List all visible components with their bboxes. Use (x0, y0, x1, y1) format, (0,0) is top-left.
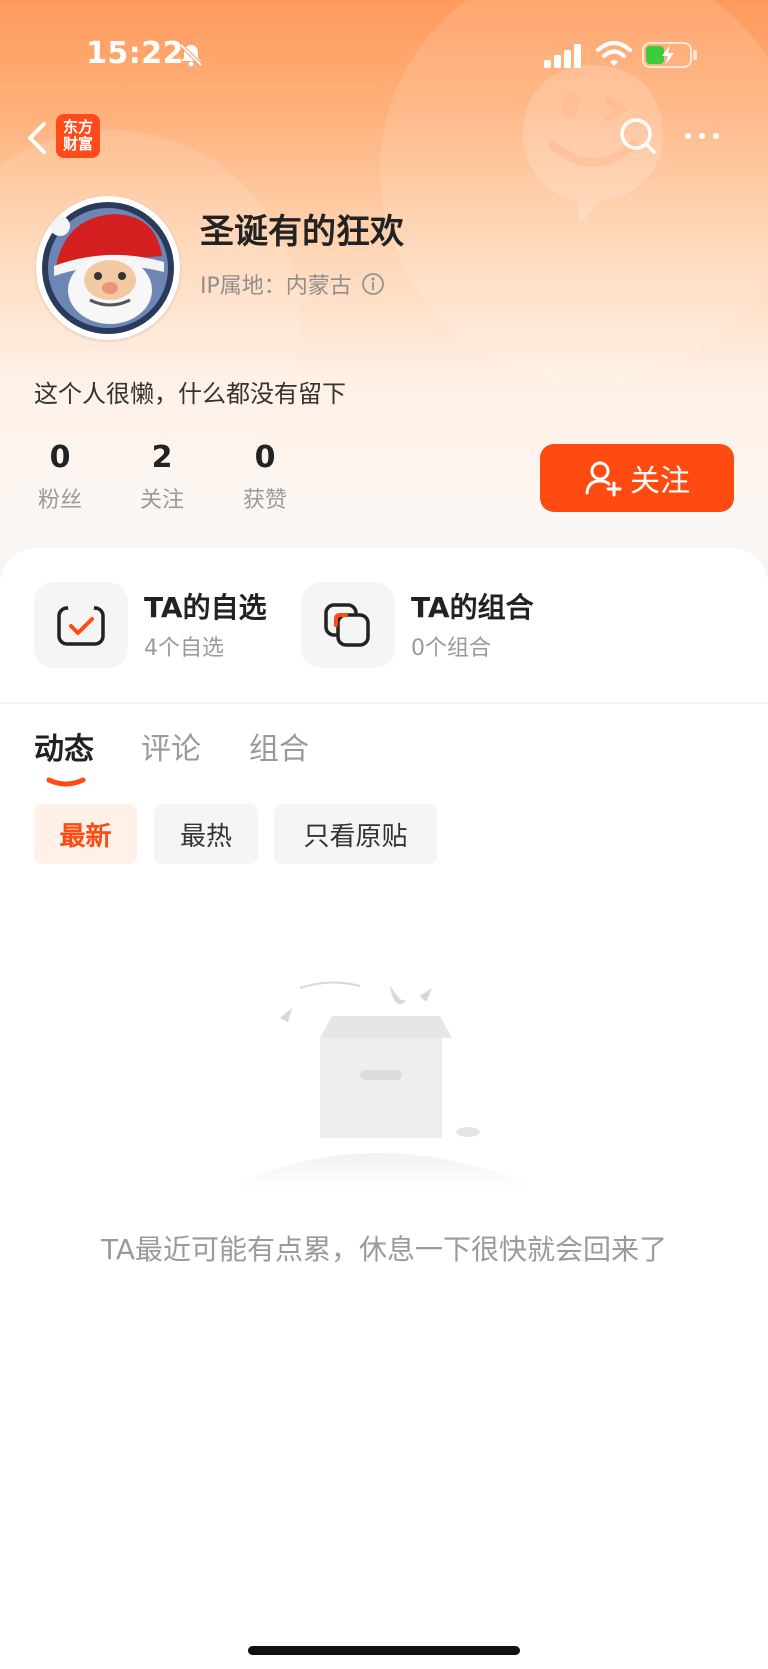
feature-title: TA的组合 (411, 591, 534, 624)
back-arrow-icon[interactable] (24, 118, 50, 158)
info-icon[interactable] (360, 271, 386, 297)
status-bar: 15:22 (0, 0, 768, 110)
checkbox-icon (57, 604, 105, 646)
stat-following[interactable]: 2 关注 (122, 438, 202, 514)
santa-avatar-icon (42, 202, 174, 334)
filter-original-only[interactable]: 只看原贴 (274, 804, 437, 864)
filter-latest[interactable]: 最新 (34, 804, 137, 864)
cell-signal-icon (544, 44, 581, 68)
portfolio-entry[interactable]: TA的组合 0个组合 (301, 582, 541, 668)
add-user-icon (585, 461, 622, 497)
stat-value: 0 (49, 440, 71, 475)
watchlist-entry[interactable]: TA的自选 4个自选 (34, 582, 274, 668)
portfolio-icon-box (301, 582, 395, 668)
status-time: 15:22 (86, 36, 184, 71)
stat-value: 0 (254, 440, 276, 475)
tab-portfolio[interactable]: 组合 (249, 724, 309, 768)
more-options-icon[interactable] (684, 132, 720, 140)
content-card: TA的自选 4个自选 TA的组合 0个组合 动态 评论 组合 最新 最热 只看原… (0, 548, 768, 1669)
feature-title: TA的自选 (144, 591, 267, 624)
mute-bell-icon (179, 43, 203, 67)
watchlist-icon-box (34, 582, 128, 668)
stat-value: 2 (151, 440, 173, 475)
logo-line: 财富 (62, 135, 93, 153)
user-name: 圣诞有的狂欢 (200, 212, 404, 252)
follow-button[interactable]: 关注 (540, 444, 734, 512)
stat-label: 粉丝 (37, 488, 82, 513)
user-bio: 这个人很懒，什么都没有留下 (34, 380, 346, 408)
follow-button-label: 关注 (630, 464, 690, 499)
ip-value: 内蒙古 (285, 274, 352, 299)
filter-hottest[interactable]: 最热 (154, 804, 258, 864)
app-logo: 东方 财富 (56, 114, 100, 158)
stat-followers[interactable]: 0 粉丝 (20, 438, 100, 514)
empty-box-illustration (230, 981, 540, 1188)
feature-subtitle: 0个组合 (411, 636, 491, 661)
feature-subtitle: 4个自选 (144, 636, 224, 661)
logo-line: 东方 (62, 118, 93, 136)
search-icon[interactable] (618, 116, 658, 156)
battery-charging-icon (642, 42, 697, 68)
home-indicator (248, 1646, 520, 1655)
stat-label: 关注 (139, 488, 184, 513)
tab-comments[interactable]: 评论 (141, 724, 201, 768)
tab-dynamics[interactable]: 动态 (34, 724, 94, 768)
ip-location: IP属地： 内蒙古 (200, 268, 386, 300)
stat-likes[interactable]: 0 获赞 (225, 438, 305, 514)
ip-label: IP属地： (200, 274, 286, 299)
empty-state-message: TA最近可能有点累，休息一下很快就会回来了 (100, 1233, 668, 1266)
stat-label: 获赞 (242, 488, 287, 513)
divider (0, 702, 768, 704)
avatar[interactable] (36, 196, 180, 340)
wifi-icon (596, 41, 632, 66)
active-tab-indicator (46, 777, 86, 787)
portfolio-icon (324, 603, 370, 647)
